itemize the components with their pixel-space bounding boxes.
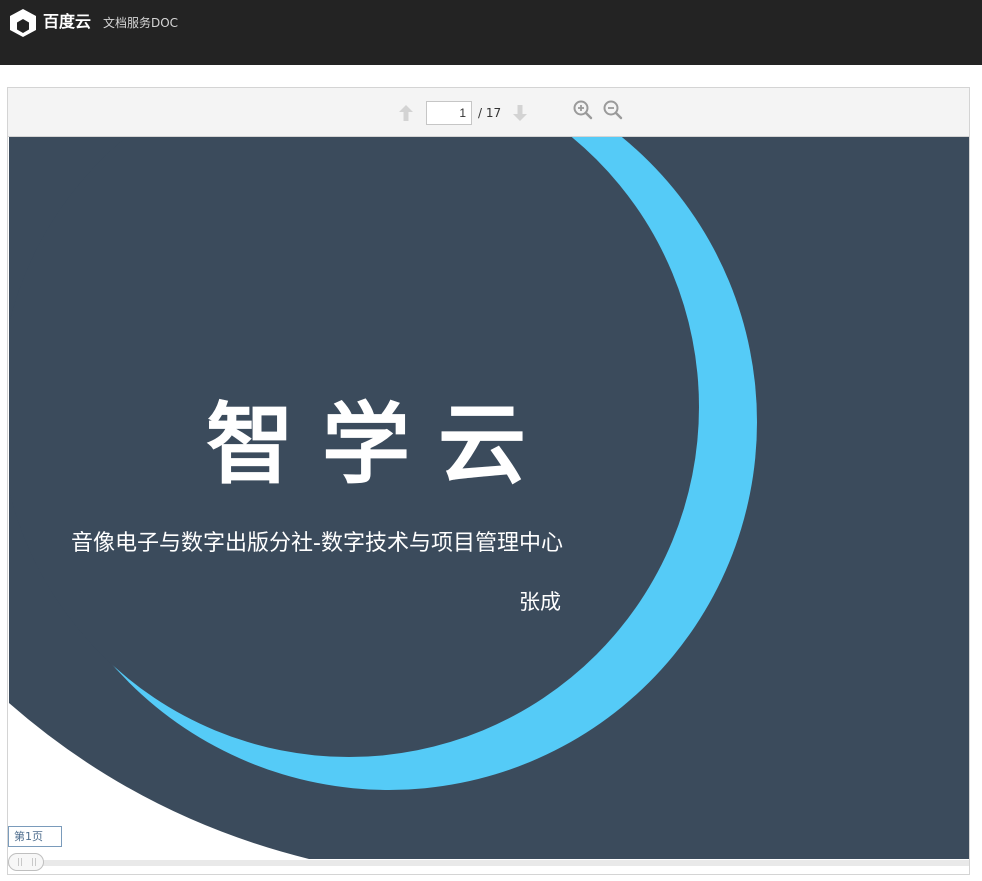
grip-line: [35, 858, 36, 866]
baidu-cloud-logo-icon[interactable]: [9, 8, 37, 38]
arrow-down-icon: [513, 105, 527, 121]
zoom-in-button[interactable]: [572, 99, 594, 121]
viewer-toolbar: / 17: [8, 88, 969, 137]
top-bar: 百度云 文档服务DOC: [0, 0, 982, 65]
page-scroll-thumb[interactable]: [8, 853, 44, 871]
grip-line: [32, 858, 33, 866]
zoom-in-icon: [573, 100, 593, 120]
grip-line: [18, 858, 19, 866]
document-viewer: / 17: [7, 87, 970, 875]
slide-page: 智学云 音像电子与数字出版分社-数字技术与项目管理中心 张成: [9, 137, 969, 859]
page-number-input[interactable]: [426, 101, 472, 125]
grip-line: [21, 858, 22, 866]
page-total: / 17: [478, 106, 502, 120]
slide-title: 智学云: [206, 393, 555, 496]
prev-page-button[interactable]: [397, 103, 415, 123]
page-scroll-track[interactable]: [8, 860, 969, 866]
slide-author: 张成: [519, 590, 561, 614]
zoom-out-icon: [603, 100, 623, 120]
next-page-button[interactable]: [511, 103, 529, 123]
arrow-up-icon: [399, 105, 413, 121]
zoom-out-button[interactable]: [602, 99, 624, 121]
service-name: 文档服务DOC: [103, 16, 179, 30]
page-indicator-tooltip: 第1页: [8, 826, 62, 847]
brand-name[interactable]: 百度云: [43, 12, 91, 32]
slide-background-graphic: [9, 137, 757, 859]
slide-subtitle: 音像电子与数字出版分社-数字技术与项目管理中心: [71, 531, 563, 556]
